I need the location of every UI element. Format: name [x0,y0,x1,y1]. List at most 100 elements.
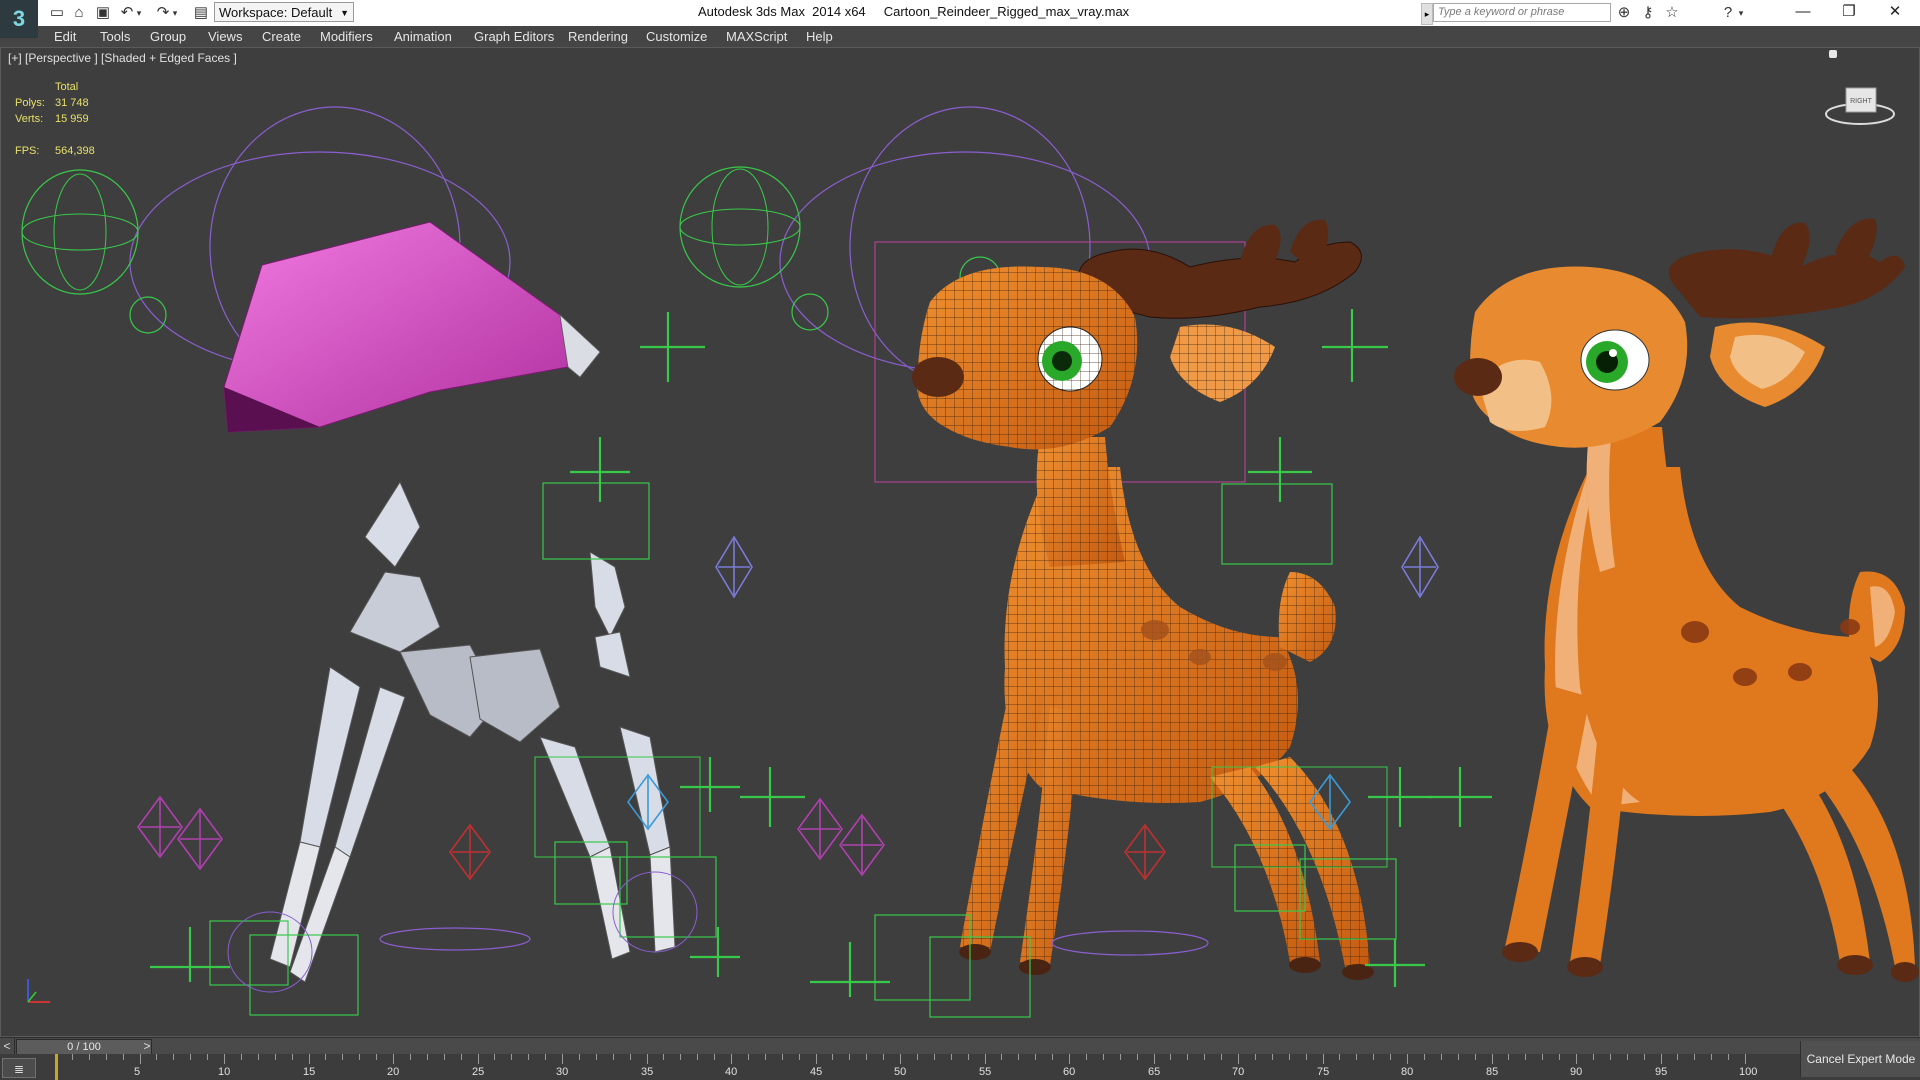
trackbar[interactable]: ≣ 5 10 15 20 25 30 35 40 45 50 55 60 65 70 75 80 85 90 95 1… [0,1054,1920,1080]
binoculars-icon[interactable]: ⊕ [1614,3,1634,23]
ruler-tick [799,1054,800,1060]
ruler-tick [1627,1054,1628,1060]
wireframe-deer[interactable] [679,106,1492,1018]
ruler-tick [1525,1054,1526,1060]
cancel-expert-mode-button[interactable]: Cancel Expert Mode [1800,1041,1920,1077]
ruler-tick [1221,1054,1222,1060]
curve-editor-icon[interactable]: ≣ [2,1058,36,1078]
menu-graph-editors[interactable]: Graph Editors [474,26,554,47]
ruler-tick [630,1054,631,1060]
ruler-tick [1001,1054,1002,1060]
save-icon[interactable]: ▣ [94,3,112,23]
ruler-tick [376,1054,377,1060]
menu-views[interactable]: Views [208,26,242,47]
ruler-tick [207,1054,208,1060]
ruler-tick [680,1054,681,1060]
ruler-tick [1272,1054,1273,1060]
search-expand-icon[interactable]: ▸ [1421,3,1433,25]
menu-maxscript[interactable]: MAXScript [726,26,787,47]
open-folder-icon[interactable]: ⌂ [70,3,88,23]
ruler-tick-label: 85 [1486,1066,1499,1078]
ruler-tick [427,1054,428,1060]
ruler-tick [528,1054,529,1060]
time-slider[interactable]: 0 / 100 [16,1039,152,1055]
ruler-tick [275,1054,276,1060]
ruler-tick-label: 55 [979,1066,992,1078]
menu-animation[interactable]: Animation [394,26,452,47]
ruler-tick [1593,1054,1594,1060]
ruler-tick [1559,1054,1560,1060]
ruler-tick [1441,1054,1442,1060]
ruler-tick [1323,1054,1324,1064]
menu-modifiers[interactable]: Modifiers [320,26,373,47]
restore-icon[interactable]: ❐ [1826,0,1872,24]
ruler-tick [72,1054,73,1060]
menu-tools[interactable]: Tools [100,26,130,47]
ruler-tick [663,1054,664,1060]
help-dropdown-icon[interactable]: ▾ [1736,3,1746,23]
ruler-tick-label: 5 [134,1066,141,1078]
ruler-tick-label: 15 [303,1066,316,1078]
ruler-tick [173,1054,174,1060]
new-file-icon[interactable]: ▭ [48,3,66,23]
ruler-tick [968,1054,969,1060]
ruler-tick [258,1054,259,1060]
ruler-tick [292,1054,293,1060]
window-title: Autodesk 3ds Max 2014 x64 Cartoon_Reinde… [698,4,1129,19]
ruler-tick [1187,1054,1188,1060]
project-folder-icon[interactable]: ▤ [192,3,210,23]
ruler-tick [562,1054,563,1064]
ruler-tick [224,1054,225,1064]
menu-rendering[interactable]: Rendering [568,26,628,47]
ruler-tick [410,1054,411,1060]
ruler-tick [1508,1054,1509,1060]
ruler-tick [1644,1054,1645,1060]
menu-edit[interactable]: Edit [54,26,76,47]
key-icon[interactable]: ⚷ [1638,3,1658,23]
scene-canvas[interactable] [0,47,1920,1037]
ruler-tick [1170,1054,1171,1060]
playhead[interactable] [55,1054,58,1080]
ruler-tick [731,1054,732,1064]
minimize-icon[interactable]: — [1780,0,1826,24]
ruler-tick [1475,1054,1476,1060]
workspace-dropdown[interactable]: Workspace: Default ▼ [214,2,354,22]
close-icon[interactable]: ✕ [1872,0,1918,24]
app-logo[interactable]: 3 [0,0,38,38]
ruler-tick [1576,1054,1577,1064]
ruler-tick [1238,1054,1239,1064]
ruler-tick [1661,1054,1662,1064]
ruler-tick [1711,1054,1712,1060]
axis-tripod [27,979,50,1003]
menu-customize[interactable]: Customize [646,26,707,47]
viewcube-right-face[interactable]: RIGHT [1850,98,1873,105]
help-icon[interactable]: ? [1718,3,1738,23]
redo-dropdown-icon[interactable]: ▾ [170,3,180,23]
ruler-tick [1373,1054,1374,1060]
bone-rig[interactable] [21,106,885,1016]
next-frame-icon[interactable]: > [140,1038,154,1055]
star-icon[interactable]: ☆ [1662,3,1682,23]
undo-dropdown-icon[interactable]: ▾ [134,3,144,23]
ruler-tick [1407,1054,1408,1064]
previous-frame-icon[interactable]: < [0,1038,15,1055]
menu-group[interactable]: Group [150,26,186,47]
chevron-down-icon: ▼ [340,8,349,18]
ruler-tick [951,1054,952,1060]
ruler-tick [1542,1054,1543,1060]
ruler-tick [1356,1054,1357,1060]
ruler-tick-label: 75 [1317,1066,1330,1078]
ruler-tick-label: 70 [1232,1066,1245,1078]
search-input[interactable]: Type a keyword or phrase [1433,3,1611,22]
ruler-tick [1137,1054,1138,1060]
ruler-tick-label: 25 [472,1066,485,1078]
ruler-tick [325,1054,326,1060]
viewcube[interactable]: RIGHT [1824,84,1896,128]
ruler-tick-label: 20 [387,1066,400,1078]
ruler-tick-label: 90 [1570,1066,1583,1078]
ruler-tick [89,1054,90,1060]
shaded-deer[interactable] [1454,218,1919,982]
menu-help[interactable]: Help [806,26,833,47]
frame-ruler[interactable]: 5 10 15 20 25 30 35 40 45 50 55 60 65 70 75 80 85 90 95 100 [55,1054,1757,1080]
menu-create[interactable]: Create [262,26,301,47]
